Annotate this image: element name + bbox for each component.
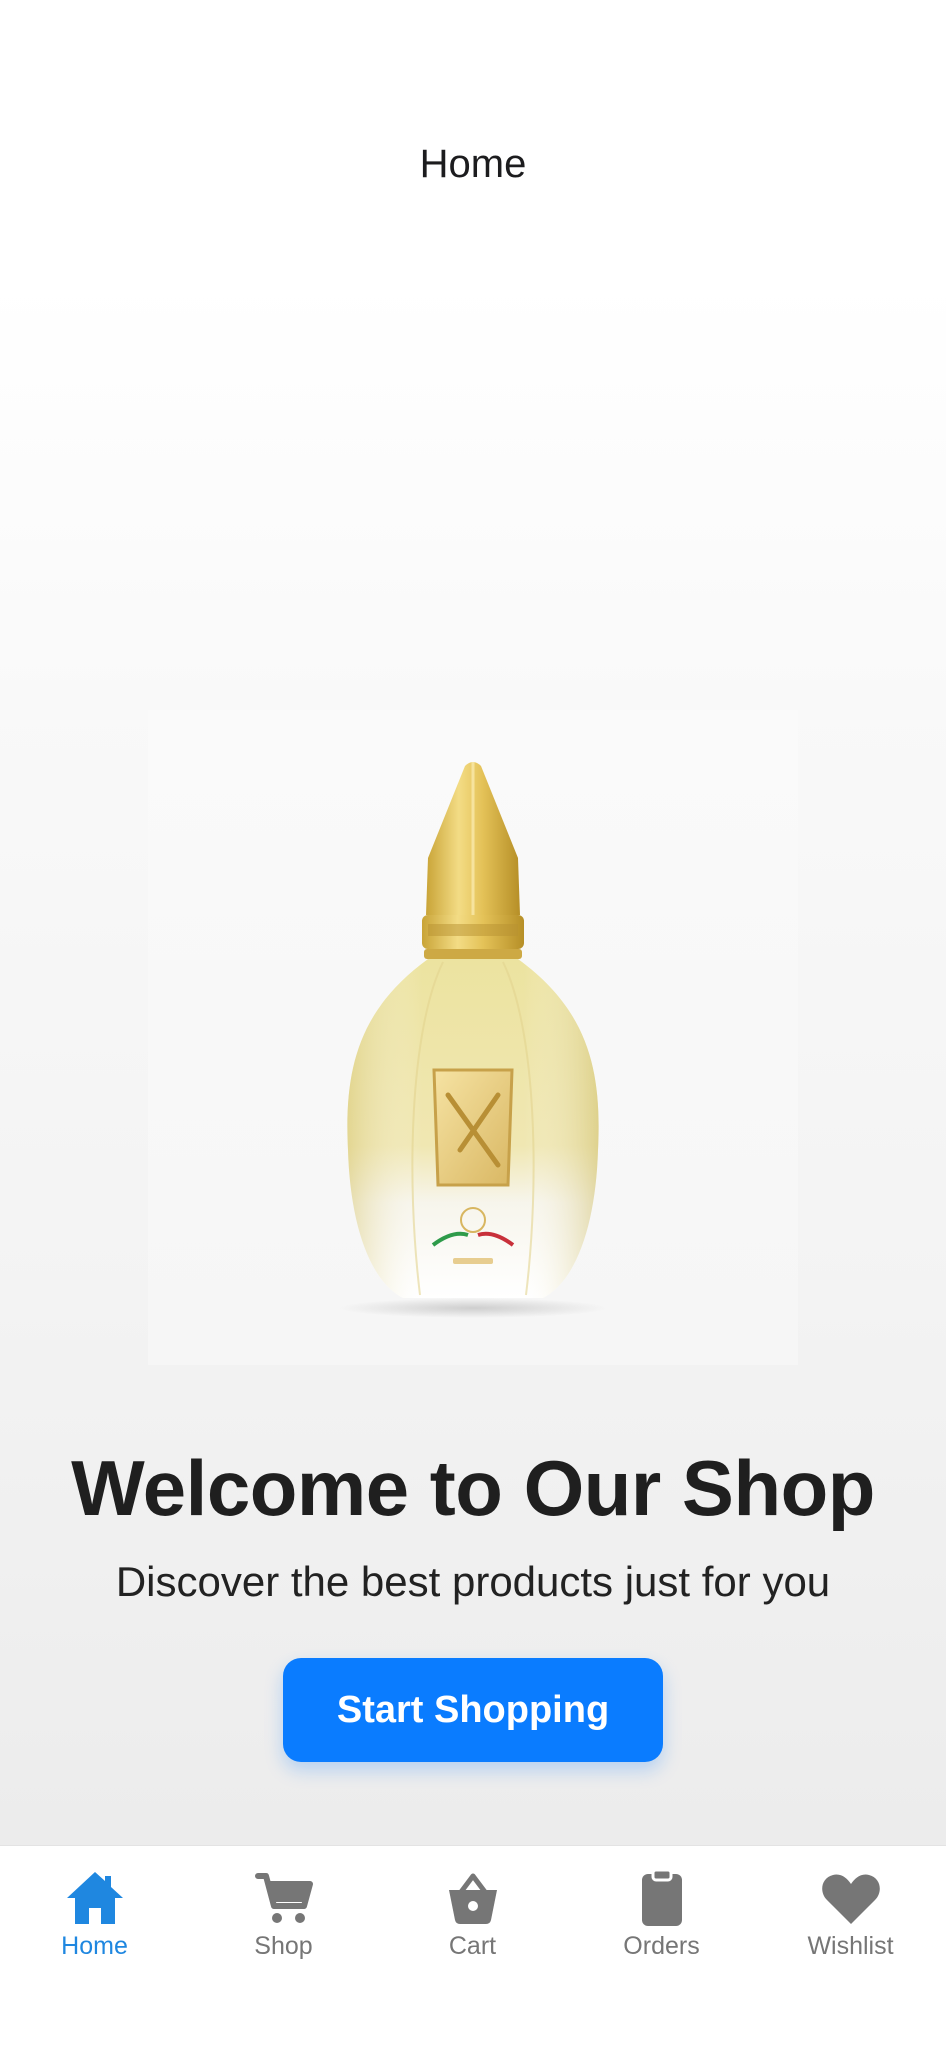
home-screen: Home Welcome to Our Shop Discover the be… — [0, 0, 946, 2049]
perfume-bottle-image — [338, 762, 608, 1318]
welcome-subtitle: Discover the best products just for you — [115, 1558, 831, 1605]
cart-icon — [254, 1873, 313, 1923]
hero-product-image — [148, 710, 798, 1365]
tab-shop-label: Shop — [254, 1932, 313, 1960]
tab-wishlist-label: Wishlist — [807, 1932, 894, 1960]
tab-wishlist[interactable]: Wishlist — [756, 1846, 945, 1976]
tab-cart-label: Cart — [448, 1932, 497, 1960]
tab-orders-label: Orders — [623, 1932, 700, 1960]
tab-shop[interactable]: Shop — [189, 1846, 378, 1976]
basket-icon — [448, 1873, 497, 1924]
header-bar: Home — [0, 0, 946, 280]
bottom-tab-bar: Home Shop Cart Orders Wishlist — [0, 1845, 946, 2049]
tab-orders[interactable]: Orders — [567, 1846, 756, 1976]
tab-cart[interactable]: Cart — [378, 1846, 567, 1976]
start-shopping-label: Start Shopping — [336, 1688, 610, 1731]
tab-home-label: Home — [61, 1932, 128, 1960]
welcome-heading: Welcome to Our Shop — [71, 1444, 875, 1532]
tab-home[interactable]: Home — [0, 1846, 189, 1976]
heart-icon — [821, 1874, 880, 1924]
page-title: Home — [419, 142, 527, 186]
home-icon — [66, 1872, 123, 1924]
start-shopping-button[interactable]: Start Shopping — [283, 1658, 663, 1762]
clipboard-icon — [641, 1868, 682, 1926]
